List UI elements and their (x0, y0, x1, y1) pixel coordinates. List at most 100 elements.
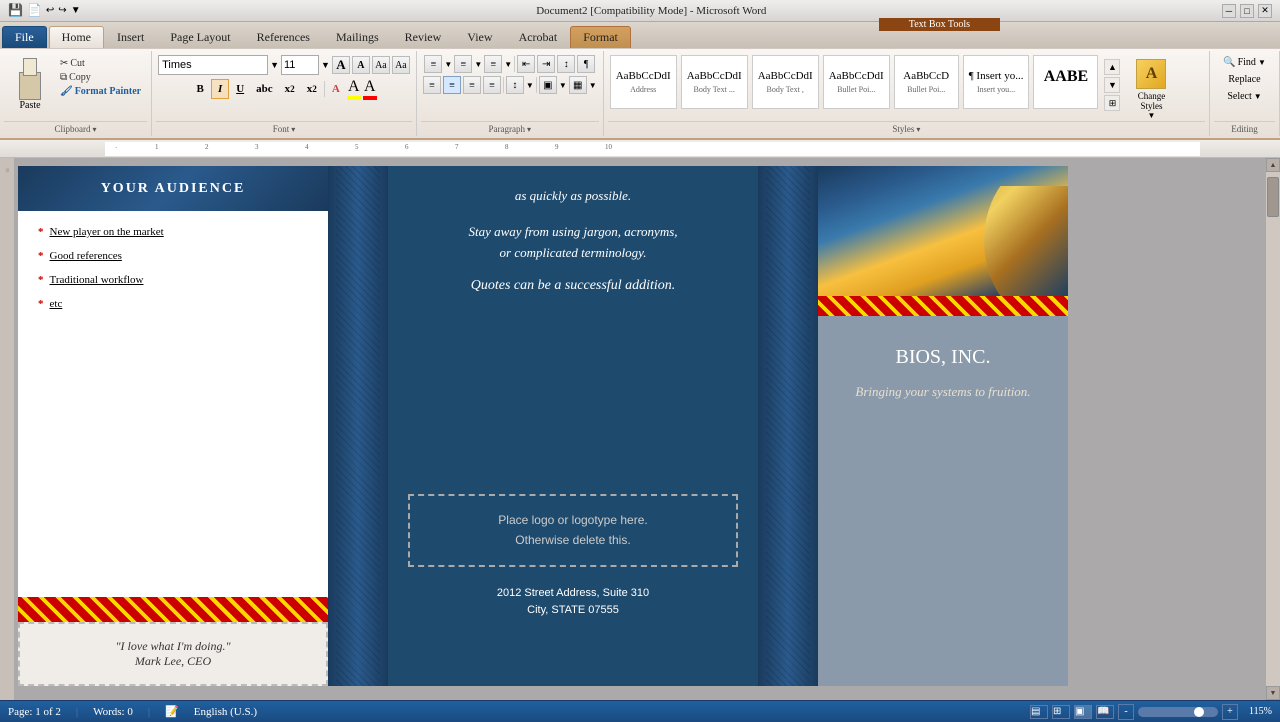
style-body-text-2[interactable]: AaBbCcDdI Body Text , (752, 55, 819, 109)
styles-more[interactable]: ⊞ (1104, 95, 1120, 111)
window-title: Document2 [Compatibility Mode] - Microso… (81, 5, 1222, 17)
line-spacing-dropdown[interactable]: ▼ (526, 81, 534, 90)
bold-button[interactable]: B (191, 79, 209, 99)
font-color-button[interactable]: A (363, 78, 377, 100)
shading-dropdown[interactable]: ▼ (559, 81, 567, 90)
divider (536, 77, 537, 93)
underline-button[interactable]: U (231, 79, 249, 99)
tab-acrobat[interactable]: Acrobat (506, 26, 571, 48)
font-size-dropdown[interactable]: ▼ (321, 60, 330, 70)
style-bullet-poi-1[interactable]: AaBbCcDdI Bullet Poi... (823, 55, 890, 109)
reading-view-button[interactable]: 📖 (1096, 705, 1114, 719)
numbering-dropdown[interactable]: ▼ (474, 60, 482, 69)
styles-scroll: ▲ ▼ ⊞ (1102, 55, 1122, 115)
select-button[interactable]: Select ▼ (1221, 89, 1267, 104)
copy-button[interactable]: ⧉Copy (56, 71, 145, 84)
status-bar: Page: 1 of 2 | Words: 0 | 📝 English (U.S… (0, 700, 1280, 722)
normal-view-button[interactable]: ▤ (1030, 705, 1048, 719)
align-right-button[interactable]: ≡ (463, 76, 481, 94)
font-row-1: ▼ ▼ A A Aa Aa (158, 55, 410, 75)
shading-button[interactable]: ▣ (539, 76, 557, 94)
scroll-down-button[interactable]: ▼ (1266, 686, 1280, 700)
zoom-out-button[interactable]: - (1118, 704, 1134, 720)
style-body-text-1[interactable]: AaBbCcDdI Body Text ... (681, 55, 748, 109)
scroll-up-button[interactable]: ▲ (1266, 158, 1280, 172)
decrease-indent-button[interactable]: ⇤ (517, 55, 535, 73)
font-family-selector[interactable] (158, 55, 268, 75)
strikethrough-button[interactable]: abc (251, 79, 278, 99)
format-painter-button[interactable]: 🖌Format Painter (56, 85, 145, 98)
styles-scroll-down[interactable]: ▼ (1104, 77, 1120, 93)
increase-indent-button[interactable]: ⇥ (537, 55, 555, 73)
select-dropdown[interactable]: ▼ (1254, 92, 1262, 101)
borders-button[interactable]: ▦ (569, 76, 587, 94)
font-size-selector[interactable] (281, 55, 319, 75)
textbox-tools-tab[interactable]: Text Box Tools (879, 18, 1000, 31)
grow-font-button[interactable]: A (332, 56, 350, 74)
tab-view[interactable]: View (454, 26, 505, 48)
borders-dropdown[interactable]: ▼ (589, 81, 597, 90)
tab-format[interactable]: Format (570, 26, 631, 48)
zoom-in-button[interactable]: + (1222, 704, 1238, 720)
spell-check-icon[interactable]: 📝 (165, 705, 179, 718)
change-styles-button[interactable]: A ChangeStyles ▼ (1126, 55, 1176, 121)
shrink-font-button[interactable]: A (352, 56, 370, 74)
cut-button[interactable]: ✂Cut (56, 57, 145, 70)
text-highlight-button[interactable]: A (347, 78, 361, 100)
change-styles-icon: A (1136, 59, 1166, 89)
right-body: BIOS, INC. Bringing your systems to frui… (818, 316, 1068, 686)
sort-button[interactable]: ↕ (557, 55, 575, 73)
ruler: · 1 2 3 4 5 6 7 8 9 10 (0, 140, 1280, 158)
align-left-button[interactable]: ≡ (423, 76, 441, 94)
italic-button[interactable]: I (211, 79, 229, 99)
tab-file[interactable]: File (2, 26, 47, 48)
bullets-button[interactable]: ≡ (424, 55, 442, 73)
justify-button[interactable]: ≡ (483, 76, 501, 94)
numbering-button[interactable]: ≡ (454, 55, 472, 73)
font-family-dropdown[interactable]: ▼ (270, 60, 279, 70)
window-controls[interactable]: ─ □ ✕ (1222, 4, 1272, 18)
minimize-button[interactable]: ─ (1222, 4, 1236, 18)
scroll-thumb[interactable] (1267, 177, 1279, 217)
tab-mailings[interactable]: Mailings (323, 26, 392, 48)
style-insert[interactable]: ¶ Insert yo... Insert you... (963, 55, 1030, 109)
clear-formatting-button[interactable]: Aa (392, 56, 410, 74)
find-button[interactable]: 🔍 Find ▼ (1217, 55, 1272, 70)
tab-references[interactable]: References (244, 26, 323, 48)
change-case-button[interactable]: Aa (372, 56, 390, 74)
print-view-button[interactable]: ▣ (1074, 705, 1092, 719)
document-area[interactable]: YOUR AUDIENCE * New player on the market… (14, 158, 1266, 700)
tab-review[interactable]: Review (392, 26, 455, 48)
maximize-button[interactable]: □ (1240, 4, 1254, 18)
line-spacing-button[interactable]: ↕ (506, 76, 524, 94)
tab-insert[interactable]: Insert (104, 26, 157, 48)
style-address[interactable]: AaBbCcDdI Address (610, 55, 677, 109)
tab-home[interactable]: Home (49, 26, 104, 48)
subscript-button[interactable]: x2 (280, 79, 300, 99)
paste-button[interactable]: Paste (6, 55, 54, 114)
paragraph-group: ≡ ▼ ≡ ▼ ≡ ▼ ⇤ ⇥ ↕ ¶ ≡ ≡ ≡ ≡ (417, 51, 604, 136)
change-styles-dropdown[interactable]: ▼ (1148, 111, 1156, 120)
style-bullet-poi-2[interactable]: AaBbCcD Bullet Poi... (894, 55, 959, 109)
ruler-inner: · 1 2 3 4 5 6 7 8 9 10 (105, 142, 1200, 156)
web-view-button[interactable]: ⊞ (1052, 705, 1070, 719)
divider (514, 56, 515, 72)
tab-page-layout[interactable]: Page Layout (157, 26, 243, 48)
text-effects-button[interactable]: A (327, 79, 345, 99)
style-change[interactable]: AABE (1033, 55, 1098, 109)
language-status[interactable]: English (U.S.) (194, 706, 257, 718)
ribbon-content: Paste ✂Cut ⧉Copy 🖌Format Painter Clipboa… (0, 48, 1280, 138)
show-para-button[interactable]: ¶ (577, 55, 595, 73)
styles-scroll-up[interactable]: ▲ (1104, 59, 1120, 75)
align-center-button[interactable]: ≡ (443, 76, 461, 94)
multilevel-button[interactable]: ≡ (484, 55, 502, 73)
multilevel-dropdown[interactable]: ▼ (504, 60, 512, 69)
font-row-2: B I U abc x2 x2 A A A (191, 78, 377, 100)
bullets-dropdown[interactable]: ▼ (444, 60, 452, 69)
zoom-slider[interactable] (1138, 707, 1218, 717)
close-button[interactable]: ✕ (1258, 4, 1272, 18)
superscript-button[interactable]: x2 (302, 79, 322, 99)
scroll-track[interactable] (1266, 172, 1280, 686)
find-dropdown[interactable]: ▼ (1258, 58, 1266, 67)
replace-button[interactable]: Replace (1222, 72, 1266, 87)
